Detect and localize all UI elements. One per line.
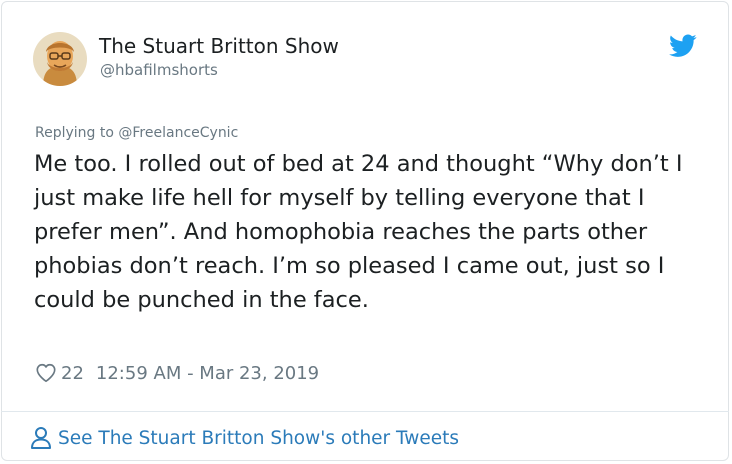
author-display-name[interactable]: The Stuart Britton Show — [99, 34, 339, 58]
tweet-text: Me too. I rolled out of bed at 24 and th… — [34, 151, 683, 313]
heart-icon[interactable] — [35, 362, 57, 384]
cartoon-face-avatar-icon — [33, 32, 87, 86]
person-icon — [31, 427, 51, 449]
twitter-bird-glyph — [669, 34, 697, 57]
like-count[interactable]: 22 — [61, 363, 84, 384]
tweet-timestamp[interactable]: 12:59 AM - Mar 23, 2019 — [96, 363, 319, 384]
replying-to-handle-link[interactable]: @FreelanceCynic — [118, 125, 238, 141]
see-other-tweets-label[interactable]: See The Stuart Britton Show's other Twee… — [58, 428, 459, 449]
replying-to: Replying to @FreelanceCynic — [35, 125, 238, 142]
footer-divider — [1, 411, 729, 412]
replying-to-prefix: Replying to — [35, 125, 119, 141]
author-handle[interactable]: @hbafilmshorts — [100, 61, 218, 79]
twitter-bird-icon[interactable] — [669, 34, 697, 58]
tweet-meta: 22 12:59 AM - Mar 23, 2019 — [35, 360, 319, 386]
see-other-tweets-link[interactable]: See The Stuart Britton Show's other Twee… — [30, 424, 459, 452]
author-avatar[interactable] — [33, 32, 87, 86]
